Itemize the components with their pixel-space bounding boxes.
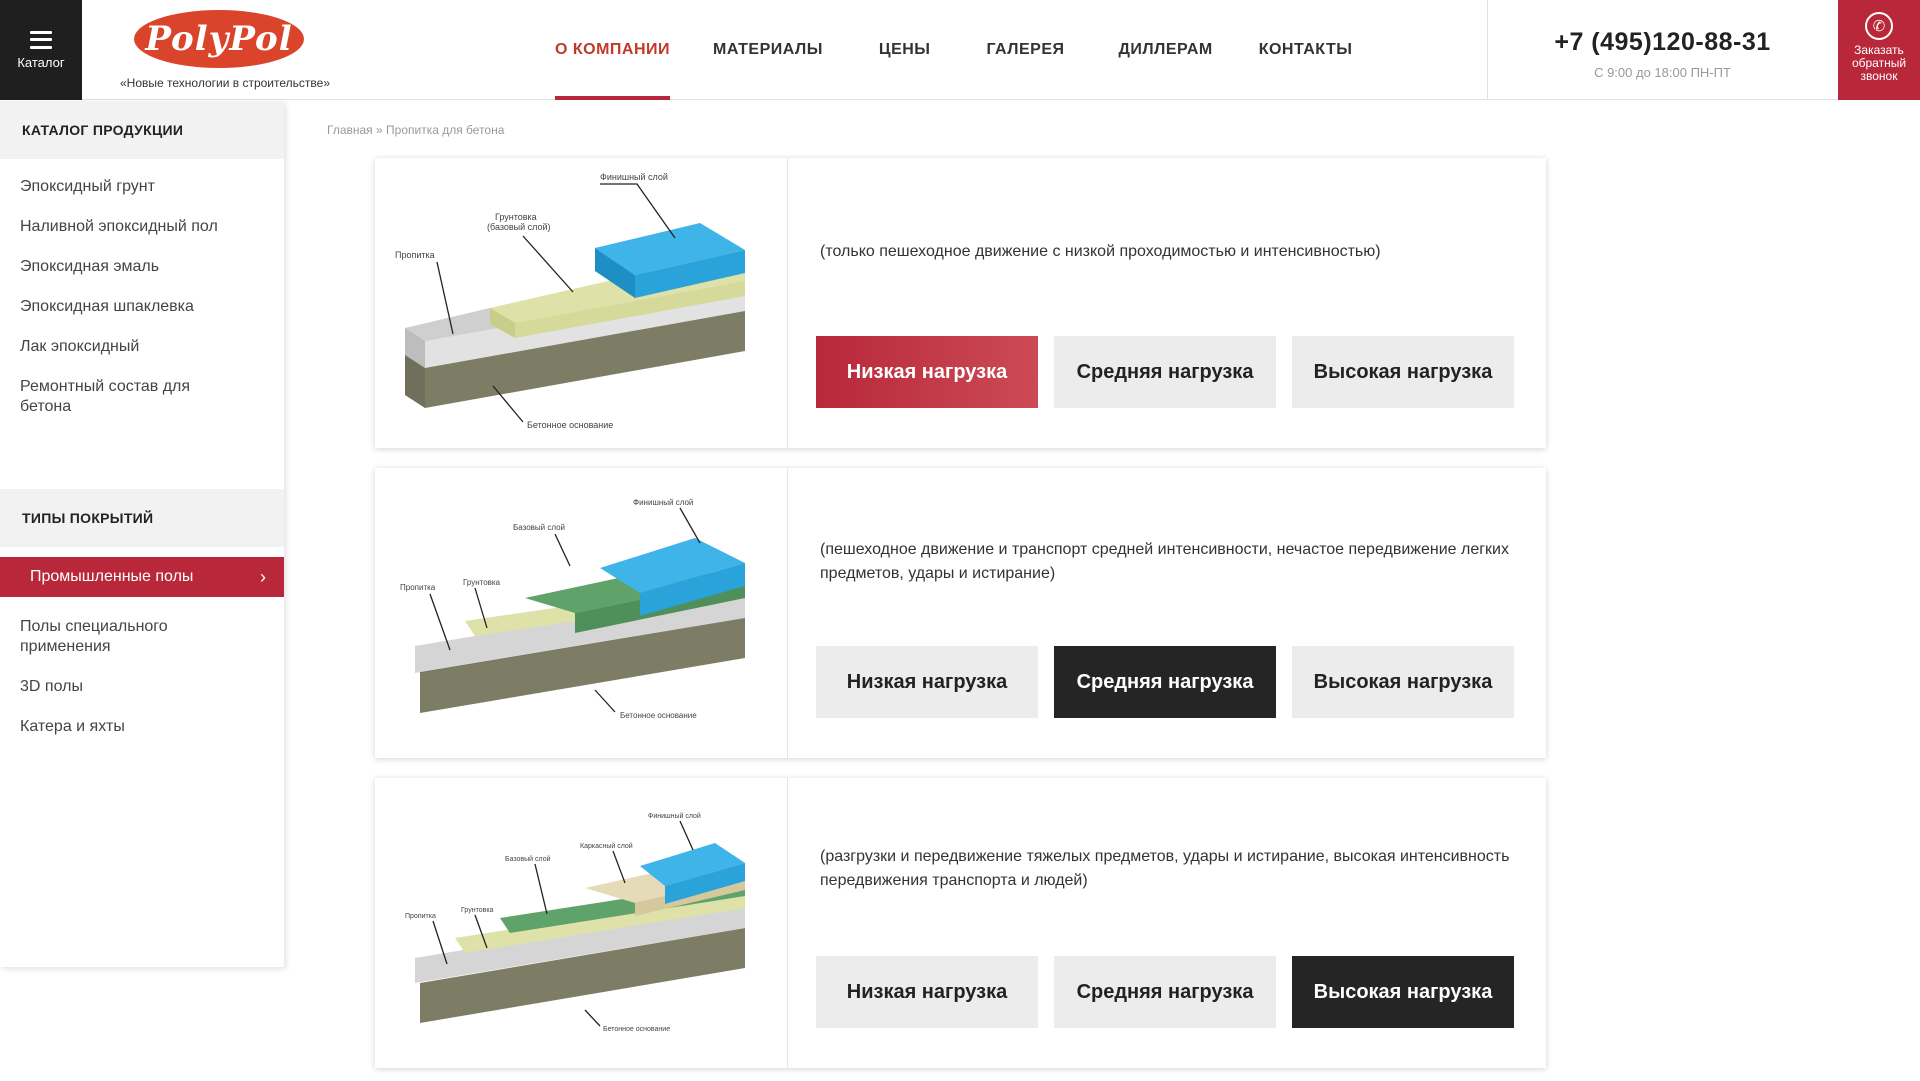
medium-load-button[interactable]: Средняя нагрузка	[1054, 956, 1276, 1028]
medium-load-button[interactable]: Средняя нагрузка	[1054, 646, 1276, 718]
hamburger-icon	[30, 30, 52, 49]
medium-load-button[interactable]: Средняя нагрузка	[1054, 336, 1276, 408]
types-list: Промышленные полы › Полы специального пр…	[0, 557, 284, 737]
high-load-button[interactable]: Высокая нагрузка	[1292, 336, 1514, 408]
site-logo[interactable]: PolyPol «Новые технологии в строительств…	[120, 8, 360, 96]
label-concrete: Бетонное основание	[603, 1026, 670, 1033]
label-finish: Финишный слой	[648, 812, 701, 820]
coating-card-high: Финишный слой Каркасный слой Базовый сло…	[375, 778, 1546, 1068]
coating-card-medium: Финишный слой Базовый слой Грунтовка Про…	[375, 468, 1546, 758]
sidebar-catalog-title: КАТАЛОГ ПРОДУКЦИИ	[0, 101, 284, 159]
sidebar-item-epoxy-enamel[interactable]: Эпоксидная эмаль	[0, 257, 284, 277]
sidebar-item-self-leveling-floor[interactable]: Наливной эпоксидный пол	[0, 217, 284, 237]
layer-diagram-high: Финишный слой Каркасный слой Базовый сло…	[375, 778, 788, 1068]
phone-number[interactable]: +7 (495)120-88-31	[1488, 28, 1837, 57]
label-frame: Каркасный слой	[580, 842, 633, 850]
breadcrumb-current: Пропитка для бетона	[386, 123, 505, 137]
nav-item-materials[interactable]: МАТЕРИАЛЫ	[713, 0, 823, 100]
nav-item-prices[interactable]: ЦЕНЫ	[879, 0, 931, 100]
label-base-layer: Базовый слой	[513, 523, 565, 532]
main-nav: О КОМПАНИИ МАТЕРИАЛЫ ЦЕНЫ ГАЛЕРЕЯ ДИЛЛЕР…	[540, 0, 1352, 100]
sidebar-item-industrial-floors[interactable]: Промышленные полы ›	[0, 557, 284, 597]
nav-item-dealers[interactable]: ДИЛЛЕРАМ	[1119, 0, 1213, 100]
breadcrumb-separator: »	[372, 123, 387, 137]
working-hours: С 9:00 до 18:00 ПН-ПТ	[1594, 65, 1731, 80]
label-concrete: Бетонное основание	[620, 711, 697, 720]
sidebar-item-epoxy-varnish[interactable]: Лак эпоксидный	[0, 337, 284, 357]
logo-text: PolyPol	[145, 19, 293, 59]
label-primer: Грунтовка	[461, 907, 494, 914]
label-impregnation: Пропитка	[400, 583, 436, 592]
card-description: (пешеходное движение и транспорт средней…	[820, 541, 1509, 582]
breadcrumb: Главная » Пропитка для бетона	[327, 123, 504, 137]
label-primer: Грунтовка	[495, 212, 537, 222]
sidebar-types-title: ТИПЫ ПОКРЫТИЙ	[0, 489, 284, 547]
sidebar-item-boats[interactable]: Катера и яхты	[0, 717, 284, 737]
label-finish: Финишный слой	[633, 498, 693, 507]
card-description: (только пешеходное движение с низкой про…	[820, 243, 1381, 260]
nav-item-gallery[interactable]: ГАЛЕРЕЯ	[986, 0, 1064, 100]
contact-block: +7 (495)120-88-31 С 9:00 до 18:00 ПН-ПТ	[1487, 0, 1837, 100]
catalog-list: Эпоксидный грунт Наливной эпоксидный пол…	[0, 159, 284, 417]
layer-diagram-svg: Финишный слой Каркасный слой Базовый сло…	[405, 812, 745, 1033]
callback-line-3: звонок	[1860, 69, 1898, 83]
high-load-button[interactable]: Высокая нагрузка	[1292, 646, 1514, 718]
sidebar-item-special-floors[interactable]: Полы специального применения	[0, 617, 230, 657]
phone-icon: ✆	[1865, 12, 1893, 40]
callback-button[interactable]: ✆ Заказать обратный звонок	[1838, 0, 1920, 100]
label-impregnation: Пропитка	[395, 250, 435, 260]
layer-diagram-svg: Финишный слой Грунтовка (базовый слой) П…	[395, 172, 745, 430]
layer-diagram-low: Финишный слой Грунтовка (базовый слой) П…	[375, 158, 788, 448]
label-base-layer: Базовый слой	[505, 855, 551, 863]
catalog-menu-label: Каталог	[17, 54, 65, 70]
coating-card-low: Финишный слой Грунтовка (базовый слой) П…	[375, 158, 1546, 448]
layer-diagram-medium: Финишный слой Базовый слой Грунтовка Про…	[375, 468, 788, 758]
low-load-button[interactable]: Низкая нагрузка	[816, 336, 1038, 408]
label-impregnation: Пропитка	[405, 913, 436, 920]
low-load-button[interactable]: Низкая нагрузка	[816, 646, 1038, 718]
label-primer-sub: (базовый слой)	[487, 222, 551, 232]
sidebar-item-epoxy-primer[interactable]: Эпоксидный грунт	[0, 177, 284, 197]
label-finish: Финишный слой	[600, 172, 668, 182]
label-concrete: Бетонное основание	[527, 420, 613, 430]
low-load-button[interactable]: Низкая нагрузка	[816, 956, 1038, 1028]
nav-item-about[interactable]: О КОМПАНИИ	[555, 0, 671, 100]
catalog-menu-button[interactable]: Каталог	[0, 0, 82, 100]
breadcrumb-home[interactable]: Главная	[327, 123, 373, 137]
layer-diagram-svg: Финишный слой Базовый слой Грунтовка Про…	[400, 498, 745, 720]
sidebar: КАТАЛОГ ПРОДУКЦИИ Эпоксидный грунт Налив…	[0, 101, 284, 967]
logo-tagline: «Новые технологии в строительстве»	[120, 76, 330, 90]
sidebar-item-epoxy-putty[interactable]: Эпоксидная шпаклевка	[0, 297, 284, 317]
label-primer: Грунтовка	[463, 578, 501, 587]
sidebar-item-3d-floors[interactable]: 3D полы	[0, 677, 284, 697]
card-description: (разгрузки и передвижение тяжелых предме…	[820, 848, 1510, 889]
nav-item-contacts[interactable]: КОНТАКТЫ	[1259, 0, 1353, 100]
sidebar-item-label: Промышленные полы	[30, 568, 194, 585]
logo-badge: PolyPol	[134, 10, 304, 68]
sidebar-item-repair-compound[interactable]: Ремонтный состав для бетона	[0, 377, 230, 417]
site-header: Каталог PolyPol «Новые технологии в стро…	[0, 0, 1920, 100]
high-load-button[interactable]: Высокая нагрузка	[1292, 956, 1514, 1028]
chevron-right-icon: ›	[260, 567, 266, 587]
